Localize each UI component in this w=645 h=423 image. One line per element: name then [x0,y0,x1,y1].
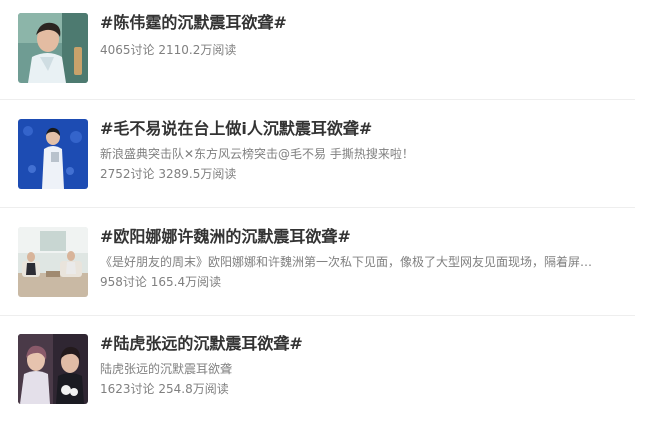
topic-stats: 1623讨论 254.8万阅读 [100,382,229,396]
divider [0,315,635,316]
topic-thumbnail-image [18,13,88,83]
topic-info: #欧阳娜娜许魏洲的沉默震耳欲聋# 《是好朋友的周末》欧阳娜娜和许魏洲第一次私下见… [100,227,630,290]
topic-thumbnail[interactable] [18,119,88,189]
topic-description: 新浪盛典突击队✕东方风云榜突击@毛不易 手撕热搜来啦！ [100,147,414,161]
topic-stats: 4065讨论 2110.2万阅读 [100,43,237,57]
divider [0,207,635,208]
topic-stats: 2752讨论 3289.5万阅读 [100,167,237,181]
topic-title[interactable]: #欧阳娜娜许魏洲的沉默震耳欲聋# [100,227,630,247]
topic-info: #陈伟霆的沉默震耳欲聋# 4065讨论 2110.2万阅读 [100,13,630,58]
topic-list: #陈伟霆的沉默震耳欲聋# 4065讨论 2110.2万阅读 #毛不易说在台上做i… [0,0,645,423]
topic-thumbnail-image [18,334,88,404]
topic-thumbnail-image [18,227,88,297]
topic-description: 陆虎张远的沉默震耳欲聋 [100,362,233,376]
topic-thumbnail[interactable] [18,334,88,404]
divider [0,99,635,100]
topic-title[interactable]: #陆虎张远的沉默震耳欲聋# [100,334,630,354]
topic-thumbnail[interactable] [18,13,88,83]
topic-info: #毛不易说在台上做i人沉默震耳欲聋# 新浪盛典突击队✕东方风云榜突击@毛不易 手… [100,119,630,182]
topic-info: #陆虎张远的沉默震耳欲聋# 陆虎张远的沉默震耳欲聋 1623讨论 254.8万阅… [100,334,630,397]
topic-thumbnail-image [18,119,88,189]
topic-thumbnail[interactable] [18,227,88,297]
topic-title[interactable]: #陈伟霆的沉默震耳欲聋# [100,13,630,33]
topic-stats: 958讨论 165.4万阅读 [100,275,222,289]
topic-title[interactable]: #毛不易说在台上做i人沉默震耳欲聋# [100,119,630,139]
topic-description: 《是好朋友的周末》欧阳娜娜和许魏洲第一次私下见面，像极了大型网友见面现场，隔着屏… [100,255,593,269]
